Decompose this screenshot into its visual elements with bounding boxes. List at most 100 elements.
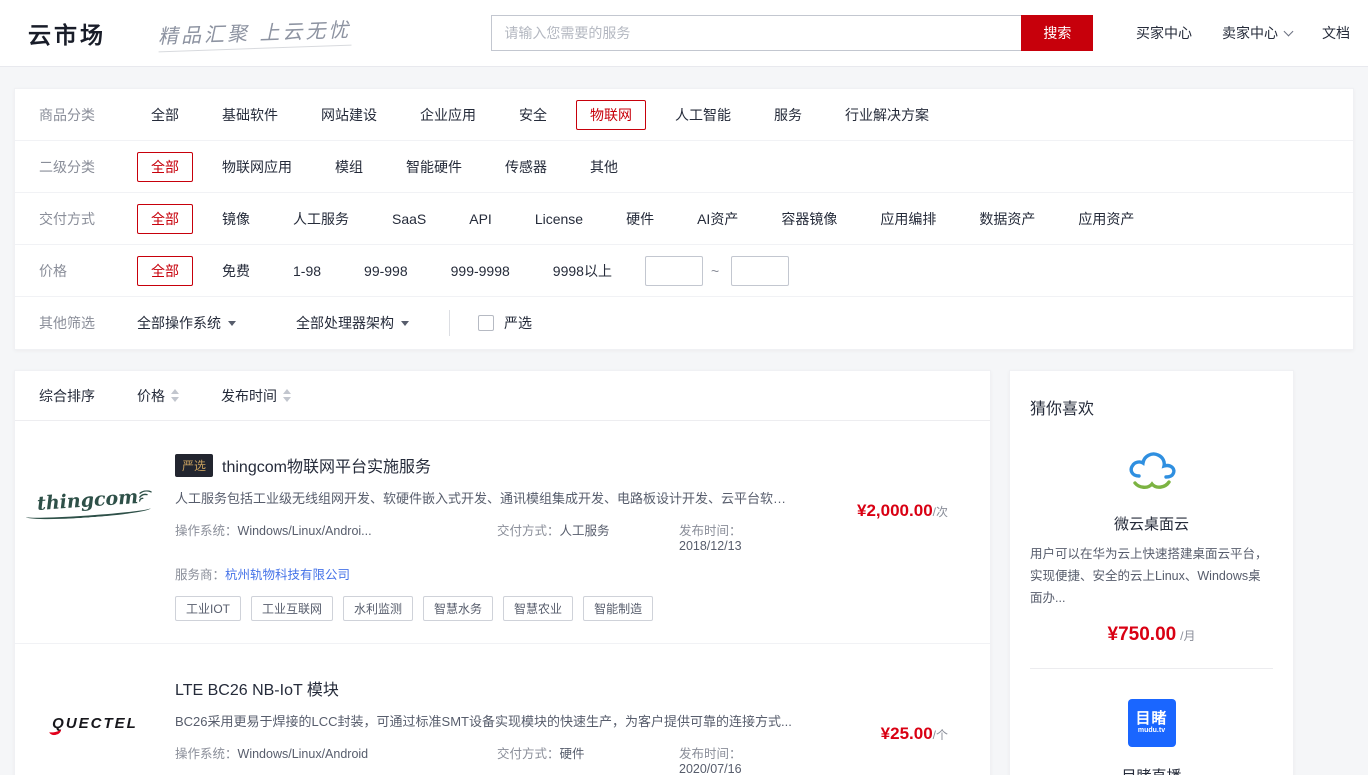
header: 云市场 精品汇聚 上云无忧 搜索 买家中心 卖家中心 文档: [0, 0, 1368, 67]
slogan-calligraphy: 精品汇聚 上云无忧: [158, 14, 352, 53]
recommended-item[interactable]: 微云桌面云 用户可以在华为云上快速搭建桌面云平台，实现便捷、安全的云上Linux…: [1030, 419, 1273, 646]
filter-option[interactable]: 其他: [576, 152, 632, 182]
yanxuan-checkbox[interactable]: [478, 315, 494, 331]
sort-price[interactable]: 价格: [137, 386, 179, 406]
filter-option[interactable]: 模组: [321, 152, 377, 182]
filter-option[interactable]: 镜像: [208, 204, 264, 234]
recommended-item[interactable]: 目睹 mudu.tv 目睹直播 目睹直播是简单易用的企业视频直播平台，适用在线培…: [1030, 668, 1273, 775]
filter-row-label: 商品分类: [39, 105, 137, 125]
filter-options: 全部免费 1-98 99-998 999-9998 9998以上: [137, 256, 641, 286]
product-tag[interactable]: 智能制造: [583, 596, 653, 621]
filter-option[interactable]: 全部: [137, 100, 193, 130]
filter-option[interactable]: 企业应用: [406, 100, 490, 130]
filter-options: 全部物联网应用模组智能硬件传感器其他: [137, 152, 647, 182]
os-dropdown-label: 全部操作系统: [137, 313, 221, 333]
filter-panel: 商品分类 全部基础软件网站建设企业应用安全物联网人工智能服务行业解决方案 二级分…: [14, 88, 1354, 350]
recommended-title[interactable]: 目睹直播: [1030, 765, 1273, 775]
sort-publish-time[interactable]: 发布时间: [221, 386, 291, 406]
filter-option[interactable]: 人工服务: [279, 204, 363, 234]
filter-option[interactable]: 服务: [760, 100, 816, 130]
filter-option[interactable]: 1-98: [279, 258, 335, 284]
nav-label: 买家中心: [1136, 23, 1192, 43]
nav-label: 卖家中心: [1222, 23, 1278, 43]
sort-label: 发布时间: [221, 386, 277, 406]
date-label: 发布时间：: [679, 747, 742, 761]
price-max-input[interactable]: [731, 256, 789, 286]
product-logo-box: QUECTEL: [15, 668, 175, 775]
product-meta: 操作系统：Windows/Linux/Android 交付方式：硬件 发布时间：…: [175, 743, 804, 775]
search-input[interactable]: [491, 15, 1021, 51]
filter-option[interactable]: 基础软件: [208, 100, 292, 130]
arch-dropdown[interactable]: 全部处理器架构: [296, 313, 409, 333]
filter-option[interactable]: AI资产: [683, 204, 752, 234]
product-row[interactable]: thingcom 严选 thingcom物联网平台实施服务 人工服务包括工业级无…: [15, 421, 990, 643]
chevron-down-icon: [1284, 27, 1294, 37]
product-title[interactable]: LTE BC26 NB-IoT 模块: [175, 676, 339, 700]
filter-option[interactable]: 物联网: [576, 100, 646, 130]
search-bar: 搜索: [491, 15, 1093, 51]
filter-option[interactable]: SaaS: [378, 206, 440, 232]
date-value: 2020/07/16: [679, 762, 742, 775]
filter-option[interactable]: 硬件: [612, 204, 668, 234]
cloud-desktop-icon: [1030, 449, 1273, 495]
filter-option[interactable]: 人工智能: [661, 100, 745, 130]
filter-option[interactable]: 数据资产: [965, 204, 1049, 234]
filter-option[interactable]: 容器镜像: [767, 204, 851, 234]
filter-option[interactable]: 9998以上: [539, 256, 626, 286]
nav-docs[interactable]: 文档: [1322, 23, 1350, 43]
mudu-logo: 目睹 mudu.tv: [1030, 699, 1273, 747]
product-logo-box: thingcom: [15, 445, 175, 555]
filter-option[interactable]: License: [521, 206, 597, 232]
vendor-label: 服务商：: [175, 568, 225, 582]
product-title[interactable]: thingcom物联网平台实施服务: [222, 453, 431, 477]
filter-option[interactable]: 应用资产: [1064, 204, 1148, 234]
filter-option[interactable]: 物联网应用: [208, 152, 306, 182]
yanxuan-badge: 严选: [175, 454, 213, 477]
product-row[interactable]: QUECTEL LTE BC26 NB-IoT 模块 BC26采用更易于焊接的L…: [15, 643, 990, 775]
date-label: 发布时间：: [679, 524, 742, 538]
recommended-description: 用户可以在华为云上快速搭建桌面云平台，实现便捷、安全的云上Linux、Windo…: [1030, 544, 1273, 610]
filter-option[interactable]: 999-9998: [437, 258, 524, 284]
filter-option[interactable]: 安全: [505, 100, 561, 130]
filter-option[interactable]: API: [455, 206, 506, 232]
os-value: Windows/Linux/Android: [238, 747, 369, 761]
product-body: LTE BC26 NB-IoT 模块 BC26采用更易于焊接的LCC封装，可通过…: [175, 668, 814, 775]
delivery-value: 硬件: [560, 747, 585, 761]
filter-option[interactable]: 行业解决方案: [831, 100, 943, 130]
arch-dropdown-label: 全部处理器架构: [296, 313, 394, 333]
filter-row-category: 商品分类 全部基础软件网站建设企业应用安全物联网人工智能服务行业解决方案: [15, 89, 1353, 141]
os-label: 操作系统：: [175, 524, 238, 538]
filter-option[interactable]: 智能硬件: [392, 152, 476, 182]
price-range-separator: ~: [711, 263, 719, 279]
product-tag[interactable]: 水利监测: [343, 596, 413, 621]
filter-option[interactable]: 全部: [137, 256, 193, 286]
vendor-link[interactable]: 杭州轨物科技有限公司: [225, 568, 350, 582]
nav-buyer-center[interactable]: 买家中心: [1136, 23, 1192, 43]
search-button[interactable]: 搜索: [1021, 15, 1093, 51]
product-description: BC26采用更易于焊接的LCC封装，可通过标准SMT设备实现模块的快速生产，为客…: [175, 711, 795, 730]
filter-option[interactable]: 网站建设: [307, 100, 391, 130]
filter-option[interactable]: 免费: [208, 256, 264, 286]
product-tag[interactable]: 智慧农业: [503, 596, 573, 621]
nav-seller-center[interactable]: 卖家中心: [1222, 23, 1292, 43]
sort-comprehensive[interactable]: 综合排序: [39, 386, 95, 406]
filter-option[interactable]: 传感器: [491, 152, 561, 182]
filter-row-label: 交付方式: [39, 209, 137, 229]
filter-row-label: 其他筛选: [39, 313, 137, 333]
recommended-price: ¥750.00 /月: [1030, 624, 1273, 646]
filter-row-price: 价格 全部免费1-9899-998999-99989998以上 ~: [15, 245, 1353, 297]
os-dropdown[interactable]: 全部操作系统: [137, 313, 236, 333]
recommended-title[interactable]: 微云桌面云: [1030, 513, 1273, 534]
os-label: 操作系统：: [175, 747, 238, 761]
product-tag[interactable]: 智慧水务: [423, 596, 493, 621]
product-price: ¥25.00/个: [814, 724, 990, 775]
product-tag[interactable]: 工业互联网: [251, 596, 333, 621]
filter-option[interactable]: 全部: [137, 152, 193, 182]
filter-option[interactable]: 全部: [137, 204, 193, 234]
price-min-input[interactable]: [645, 256, 703, 286]
filter-option[interactable]: 应用编排: [866, 204, 950, 234]
date-value: 2018/12/13: [679, 539, 742, 553]
product-tag[interactable]: 工业IOT: [175, 596, 241, 621]
filter-option[interactable]: 99-998: [350, 258, 422, 284]
site-logo[interactable]: 云市场: [28, 16, 106, 50]
